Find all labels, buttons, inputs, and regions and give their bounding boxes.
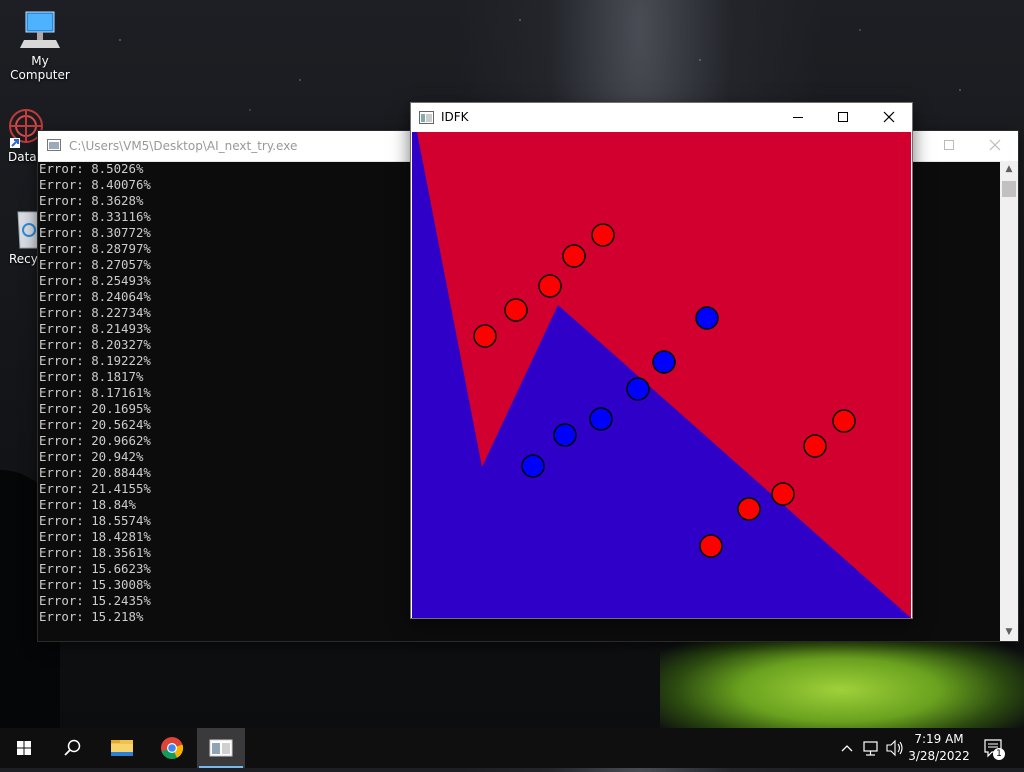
red-data-point: [737, 497, 761, 521]
clock-time: 7:19 AM: [914, 732, 964, 746]
blue-data-point: [521, 454, 545, 478]
taskbar: 7:19 AM 3/28/2022 1: [0, 728, 1024, 768]
idfk-close-button[interactable]: [866, 103, 912, 132]
maximize-icon: [838, 112, 848, 122]
computer-icon: [16, 8, 64, 52]
red-data-point: [504, 298, 528, 322]
red-data-point: [591, 223, 615, 247]
scrollbar-thumb[interactable]: [1002, 181, 1016, 197]
network-icon: [863, 741, 878, 756]
taskbar-console-app[interactable]: [197, 728, 245, 768]
idfk-app-icon: [419, 111, 434, 124]
minimize-icon: [793, 117, 803, 118]
blue-data-point: [553, 423, 577, 447]
file-explorer-icon: [111, 740, 133, 756]
red-data-point: [699, 534, 723, 558]
console-maximize-button[interactable]: [926, 131, 972, 161]
taskbar-chrome[interactable]: [148, 728, 196, 768]
wallpaper-tent: [660, 640, 1024, 730]
console-scrollbar[interactable]: ▲ ▼: [1000, 161, 1018, 641]
red-data-point: [771, 482, 795, 506]
console-close-button[interactable]: [972, 131, 1018, 161]
blue-data-point: [589, 407, 613, 431]
clock[interactable]: 7:19 AM 3/28/2022: [904, 731, 974, 765]
network-button[interactable]: [860, 728, 882, 768]
search-button[interactable]: [48, 728, 96, 768]
idfk-minimize-button[interactable]: [775, 103, 821, 132]
scroll-down-arrow-icon[interactable]: ▼: [1000, 624, 1018, 641]
taskbar-file-explorer[interactable]: [98, 728, 146, 768]
clock-date: 3/28/2022: [908, 749, 970, 763]
idfk-window[interactable]: IDFK: [411, 103, 912, 618]
volume-button[interactable]: [884, 728, 906, 768]
start-button[interactable]: [0, 728, 48, 768]
red-data-point: [803, 434, 827, 458]
speaker-icon: [886, 739, 903, 757]
console-title: C:\Users\VM5\Desktop\AI_next_try.exe: [69, 139, 298, 153]
action-center-button[interactable]: 1: [980, 728, 1010, 768]
chevron-up-icon: [841, 745, 853, 752]
classification-canvas: [412, 132, 911, 618]
search-icon: [64, 739, 81, 756]
idfk-maximize-button[interactable]: [820, 103, 866, 132]
blue-data-point: [626, 377, 650, 401]
red-data-point: [562, 244, 586, 268]
start-icon: [17, 741, 31, 755]
desktop-icon-my-computer[interactable]: My Computer: [0, 8, 80, 82]
console-app-icon: [47, 139, 61, 151]
maximize-icon: [944, 140, 954, 150]
show-hidden-icons-button[interactable]: [836, 728, 858, 768]
scroll-up-arrow-icon[interactable]: ▲: [1000, 161, 1018, 178]
idfk-title: IDFK: [441, 110, 469, 124]
close-icon: [883, 111, 895, 123]
red-data-point: [473, 324, 497, 348]
red-data-point: [538, 274, 562, 298]
blue-data-point: [695, 306, 719, 330]
blue-data-point: [652, 350, 676, 374]
desktop-icon-label: My Computer: [10, 54, 70, 82]
idfk-titlebar[interactable]: IDFK: [411, 103, 912, 132]
notification-count: 1: [996, 749, 1002, 759]
red-data-point: [832, 409, 856, 433]
close-icon: [989, 139, 1001, 151]
chrome-icon: [161, 737, 184, 760]
console-app-icon: [209, 739, 233, 757]
